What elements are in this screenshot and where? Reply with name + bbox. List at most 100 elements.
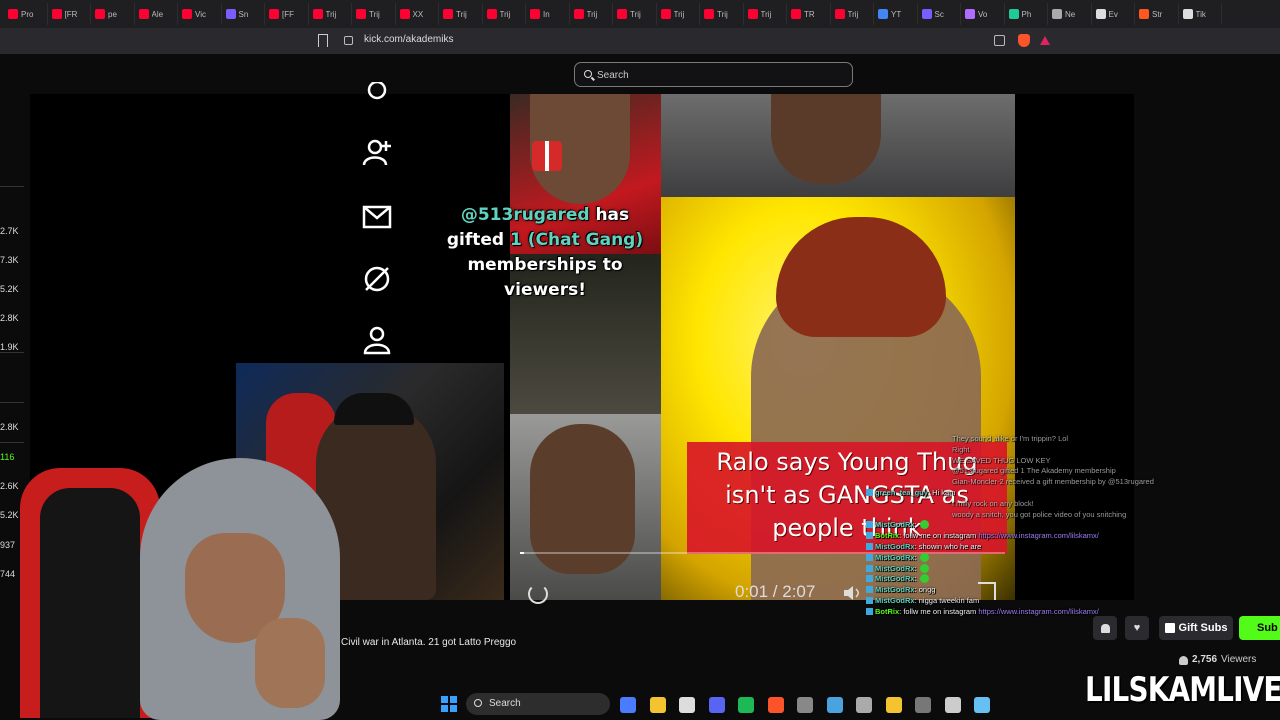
tab-favicon-icon — [8, 9, 18, 19]
obs-icon[interactable] — [797, 697, 813, 713]
tab-label: XX — [412, 9, 424, 19]
browser-tab[interactable]: Trij — [309, 3, 352, 25]
windows-start-icon[interactable] — [441, 696, 457, 712]
follow-button[interactable]: ♥ — [1125, 616, 1149, 640]
media-icon[interactable] — [944, 697, 961, 713]
capture-card-icon[interactable] — [856, 697, 872, 713]
file-explorer-icon[interactable] — [649, 697, 666, 713]
4k-tool-icon[interactable] — [915, 697, 931, 713]
tab-label: [FF — [282, 9, 294, 19]
browser-tab[interactable]: Trij — [613, 3, 657, 25]
brave-shields-icon[interactable] — [1018, 34, 1030, 47]
browser-tab[interactable]: XX — [396, 3, 439, 25]
browser-tab[interactable]: Vic — [178, 3, 222, 25]
replay-icon[interactable] — [528, 584, 548, 604]
video-progress-bar[interactable] — [520, 552, 1005, 554]
site-info-icon[interactable] — [344, 36, 353, 45]
chat-username[interactable]: BotRix — [875, 531, 899, 540]
browser-tab[interactable]: YT — [874, 3, 918, 25]
search-box[interactable] — [574, 62, 853, 87]
tab-label: Ale — [151, 9, 164, 19]
chat-username[interactable]: BotRix — [875, 607, 899, 616]
subscribe-button[interactable]: Sub — [1239, 616, 1280, 640]
tab-favicon-icon — [878, 9, 888, 19]
browser-tab[interactable]: Trij — [657, 3, 700, 25]
browser-tab[interactable]: Str — [1135, 3, 1179, 25]
browser-tab[interactable]: Ev — [1092, 3, 1135, 25]
chat-username[interactable]: MistGodRx — [875, 574, 915, 583]
browser-tab[interactable]: Trij — [439, 3, 483, 25]
browser-tab[interactable]: [FR — [48, 3, 91, 25]
chat-message: green_tea_guy: Hi kam — [866, 488, 955, 497]
chat-text: : follw me on instagram — [899, 606, 979, 616]
steam-2-icon[interactable] — [974, 697, 990, 713]
browser-tab[interactable]: pe — [91, 3, 135, 25]
gift-icon — [532, 141, 562, 171]
copilot-icon[interactable] — [620, 697, 636, 713]
address-bar[interactable]: kick.com/akademiks — [364, 34, 453, 45]
chat-username[interactable]: MistGodRx — [875, 585, 915, 594]
tab-label: Tik — [1195, 9, 1206, 19]
maps-icon[interactable] — [885, 697, 902, 713]
profile-icon — [363, 326, 391, 355]
mail-icon — [362, 205, 392, 229]
brave-rewards-icon[interactable] — [1040, 36, 1050, 45]
chat-text: : — [914, 552, 917, 562]
chat-message: Gian-Moncler-2 received a gift membershi… — [952, 477, 1154, 486]
edge-icon[interactable] — [738, 697, 754, 713]
chat-message: MistGodRx: showin who he are — [866, 542, 981, 551]
browser-tab[interactable]: In — [526, 3, 570, 25]
bookmark-icon[interactable] — [318, 34, 328, 47]
tab-label: Sn — [238, 9, 249, 19]
browser-tab[interactable]: Vo — [961, 3, 1005, 25]
chat-link[interactable]: https://www.instagram.com/lilskamx/ — [978, 531, 1098, 540]
taskbar-search[interactable]: Search — [466, 693, 610, 715]
browser-tab[interactable]: Trij — [700, 3, 744, 25]
browser-tab[interactable]: Trij — [483, 3, 526, 25]
tab-favicon-icon — [399, 9, 410, 19]
chat-username[interactable]: MistGodRx — [875, 553, 915, 562]
browser-tab[interactable]: Tik — [1179, 3, 1222, 25]
brave-icon[interactable] — [767, 697, 784, 713]
viewer-count: 2,756 — [1192, 654, 1218, 665]
browser-tab[interactable]: Trij — [831, 3, 874, 25]
chat-username[interactable]: green_tea_guy — [875, 488, 928, 497]
share-icon[interactable] — [994, 35, 1005, 46]
tab-favicon-icon — [573, 9, 584, 19]
chat-badge-icon — [866, 597, 873, 604]
fullscreen-icon[interactable] — [978, 582, 996, 600]
browser-tab[interactable]: Trij — [744, 3, 787, 25]
browser-tab[interactable]: Trij — [570, 3, 613, 25]
volume-icon[interactable] — [843, 585, 861, 601]
chat-username[interactable]: MistGodRx — [875, 596, 915, 605]
stat-value: 2.8K — [0, 422, 19, 432]
browser-tab[interactable]: Ph — [1005, 3, 1048, 25]
browser-tab[interactable]: Ne — [1048, 3, 1092, 25]
chat-username[interactable]: MistGodRx — [875, 542, 915, 551]
browser-tab[interactable]: Sn — [222, 3, 265, 25]
chat-username[interactable]: MistGodRx — [875, 520, 915, 529]
chat-link[interactable]: https://www.instagram.com/lilskamx/ — [978, 607, 1098, 616]
tab-label: Trij — [760, 9, 772, 19]
tab-favicon-icon — [95, 9, 105, 19]
browser-tab[interactable]: Ale — [135, 3, 178, 25]
stream-title-text: Civil war in Atlanta. 21 got Latto Pregg… — [341, 637, 517, 648]
browser-tab[interactable]: Sc — [918, 3, 961, 25]
gift-alert: @513rugared has gifted 1 (Chat Gang) mem… — [440, 203, 650, 303]
browser-tab[interactable]: Trij — [352, 3, 396, 25]
browser-tab[interactable]: [FF — [265, 3, 309, 25]
store-icon[interactable] — [679, 697, 695, 713]
chat-message: MistGodRx: ongg — [866, 585, 935, 594]
discord-icon[interactable] — [708, 697, 725, 713]
browser-tab[interactable]: Pro — [4, 3, 48, 25]
chat-text: : — [914, 574, 917, 584]
chat-message: MistGodRx: — [866, 552, 929, 562]
explore-icon — [364, 266, 390, 292]
chat-username[interactable]: MistGodRx — [875, 564, 915, 573]
gift-subs-button[interactable]: Gift Subs — [1159, 616, 1233, 640]
tab-label: Str — [1152, 9, 1163, 19]
search-input[interactable] — [597, 66, 837, 84]
steam-icon[interactable] — [826, 697, 843, 713]
notify-button[interactable] — [1093, 616, 1117, 640]
browser-tab[interactable]: TR — [787, 3, 831, 25]
